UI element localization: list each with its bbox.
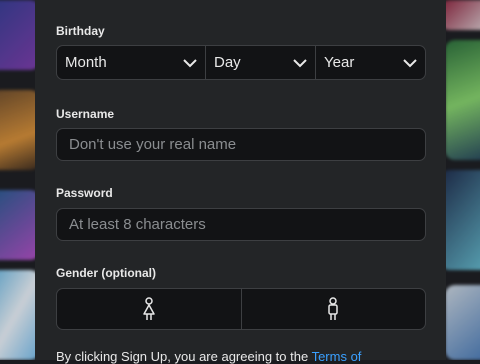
year-select[interactable]: Year	[315, 46, 425, 79]
password-field	[56, 208, 426, 241]
game-thumbnail	[0, 0, 40, 70]
female-icon	[143, 297, 155, 320]
game-thumbnail	[0, 270, 40, 360]
terms-link[interactable]: Terms of	[312, 349, 362, 364]
year-select-value: Year	[324, 54, 355, 71]
password-label: Password	[56, 186, 113, 200]
gender-label: Gender (optional)	[56, 266, 156, 280]
game-thumbnail	[0, 190, 40, 260]
day-select-value: Day	[214, 54, 241, 71]
game-thumbnail	[0, 90, 40, 170]
terms-text: By clicking Sign Up, you are agreeing to…	[56, 349, 312, 364]
username-field	[56, 128, 426, 161]
month-select-value: Month	[65, 54, 107, 71]
terms-notice: By clicking Sign Up, you are agreeing to…	[56, 349, 361, 364]
username-label: Username	[56, 107, 115, 121]
password-input[interactable]	[57, 209, 425, 240]
username-input[interactable]	[57, 129, 425, 160]
day-select[interactable]: Day	[205, 46, 315, 79]
game-thumbnail	[440, 0, 480, 30]
birthday-label: Birthday	[56, 24, 105, 38]
birthday-selects: Month Day Year	[56, 45, 426, 80]
chevron-down-icon	[403, 59, 417, 68]
game-thumbnail	[440, 170, 480, 270]
chevron-down-icon	[293, 59, 307, 68]
signup-panel: Birthday Month Day Year Username Passwor…	[35, 0, 446, 364]
game-thumbnail	[445, 40, 480, 160]
gender-male-button[interactable]	[240, 289, 426, 329]
chevron-down-icon	[183, 59, 197, 68]
gender-female-button[interactable]	[57, 289, 241, 329]
month-select[interactable]: Month	[57, 46, 205, 79]
gender-selector	[56, 288, 426, 330]
game-thumbnail	[445, 285, 480, 360]
male-icon	[328, 297, 338, 320]
